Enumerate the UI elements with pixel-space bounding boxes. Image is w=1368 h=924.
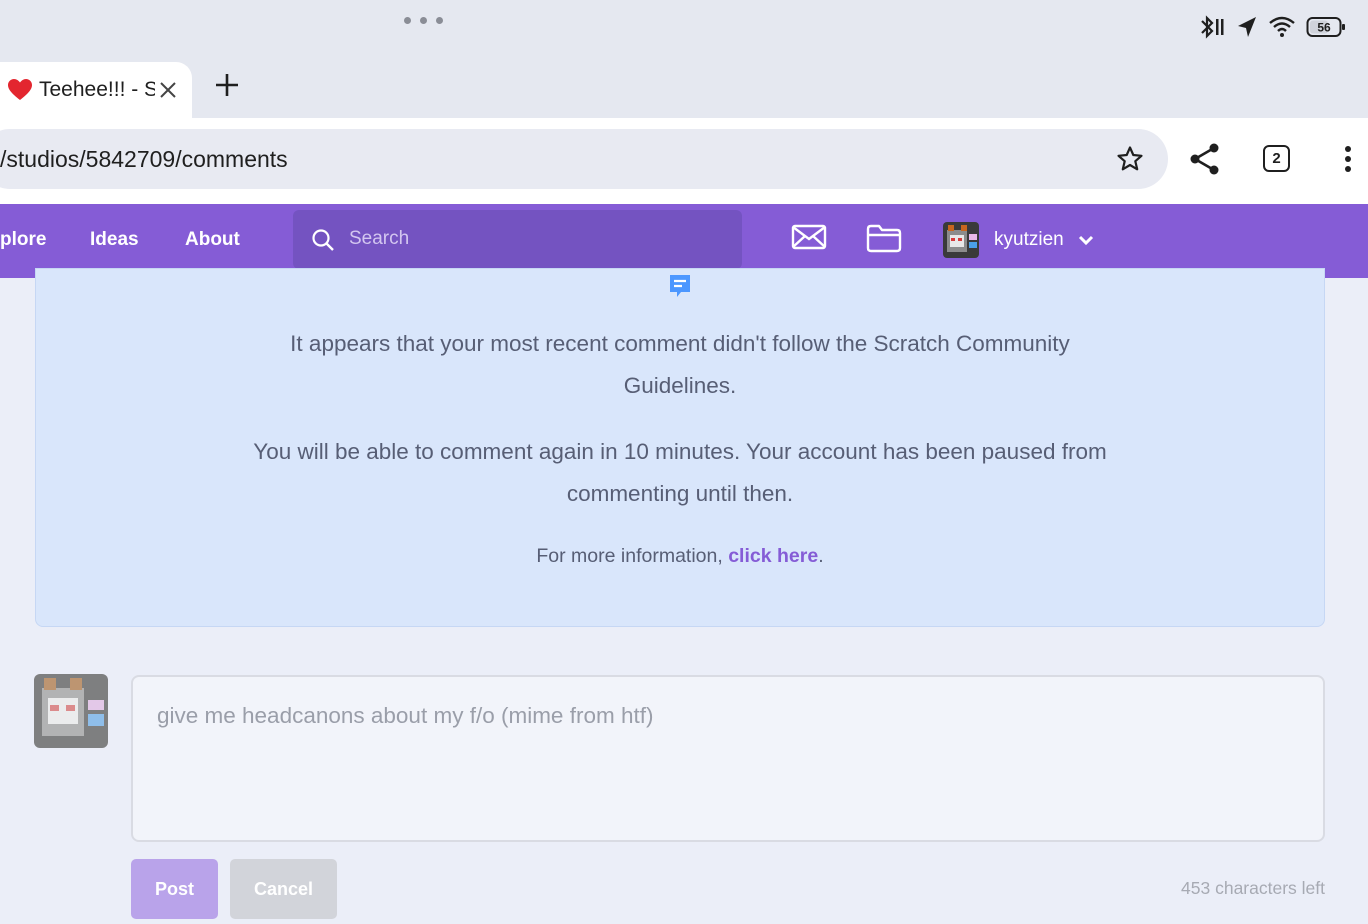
site-navbar: plore Ideas About kyutzien bbox=[0, 204, 1368, 278]
notice-line-guidelines: It appears that your most recent comment… bbox=[290, 331, 1070, 398]
tab-switcher-icon[interactable]: 2 bbox=[1263, 145, 1290, 172]
search-icon bbox=[312, 229, 334, 251]
username: kyutzien bbox=[994, 229, 1064, 250]
bluetooth-icon bbox=[1201, 15, 1224, 39]
star-icon[interactable] bbox=[1116, 145, 1144, 178]
system-status-bar: 56 bbox=[0, 0, 1368, 56]
notice-more-info: For more information, click here. bbox=[36, 541, 1324, 571]
more-info-prefix: For more information, bbox=[536, 545, 723, 567]
multitask-handle[interactable] bbox=[404, 17, 443, 24]
chevron-down-icon[interactable] bbox=[1078, 233, 1094, 251]
battery-level: 56 bbox=[1317, 21, 1331, 35]
cancel-button[interactable]: Cancel bbox=[230, 859, 337, 919]
battery-icon: 56 bbox=[1306, 17, 1345, 37]
tab-strip: Teehee!!! - S bbox=[0, 56, 1368, 118]
search-bar[interactable] bbox=[293, 210, 742, 269]
compose-avatar bbox=[34, 674, 108, 748]
browser-toolbar: /studios/5842709/comments 2 bbox=[0, 118, 1368, 204]
click-here-link[interactable]: click here bbox=[728, 545, 818, 567]
user-menu[interactable]: kyutzien bbox=[943, 222, 1094, 258]
tab-title: Teehee!!! - S bbox=[39, 78, 155, 101]
heart-favicon bbox=[8, 79, 32, 100]
location-icon bbox=[1238, 17, 1256, 37]
system-icons: 56 bbox=[1198, 14, 1346, 40]
more-vert-icon[interactable] bbox=[1344, 145, 1352, 173]
mail-icon[interactable] bbox=[791, 223, 827, 256]
nav-about[interactable]: About bbox=[185, 229, 240, 251]
nav-explore[interactable]: plore bbox=[0, 229, 46, 251]
browser-tab[interactable]: Teehee!!! - S bbox=[0, 62, 192, 118]
comment-icon bbox=[668, 273, 692, 304]
post-button[interactable]: Post bbox=[131, 859, 218, 919]
nav-ideas[interactable]: Ideas bbox=[90, 229, 139, 251]
comment-mute-notice: It appears that your most recent comment… bbox=[35, 268, 1325, 627]
more-info-suffix: . bbox=[818, 545, 824, 567]
comment-draft-text: give me headcanons about my f/o (mime fr… bbox=[157, 703, 654, 728]
tab-count: 2 bbox=[1263, 145, 1290, 172]
address-bar[interactable]: /studios/5842709/comments bbox=[0, 129, 1168, 189]
characters-left-counter: 453 characters left bbox=[1181, 878, 1325, 898]
wifi-icon bbox=[1269, 16, 1295, 37]
share-icon[interactable] bbox=[1189, 142, 1221, 176]
url-text[interactable]: /studios/5842709/comments bbox=[0, 146, 288, 173]
close-icon[interactable] bbox=[159, 81, 177, 99]
plus-icon[interactable] bbox=[212, 70, 242, 100]
comment-textarea[interactable]: give me headcanons about my f/o (mime fr… bbox=[131, 675, 1325, 842]
notice-line-paused: You will be able to comment again in 10 … bbox=[253, 439, 1107, 506]
search-input[interactable] bbox=[349, 219, 709, 259]
folder-icon[interactable] bbox=[866, 223, 902, 258]
avatar bbox=[943, 222, 979, 258]
